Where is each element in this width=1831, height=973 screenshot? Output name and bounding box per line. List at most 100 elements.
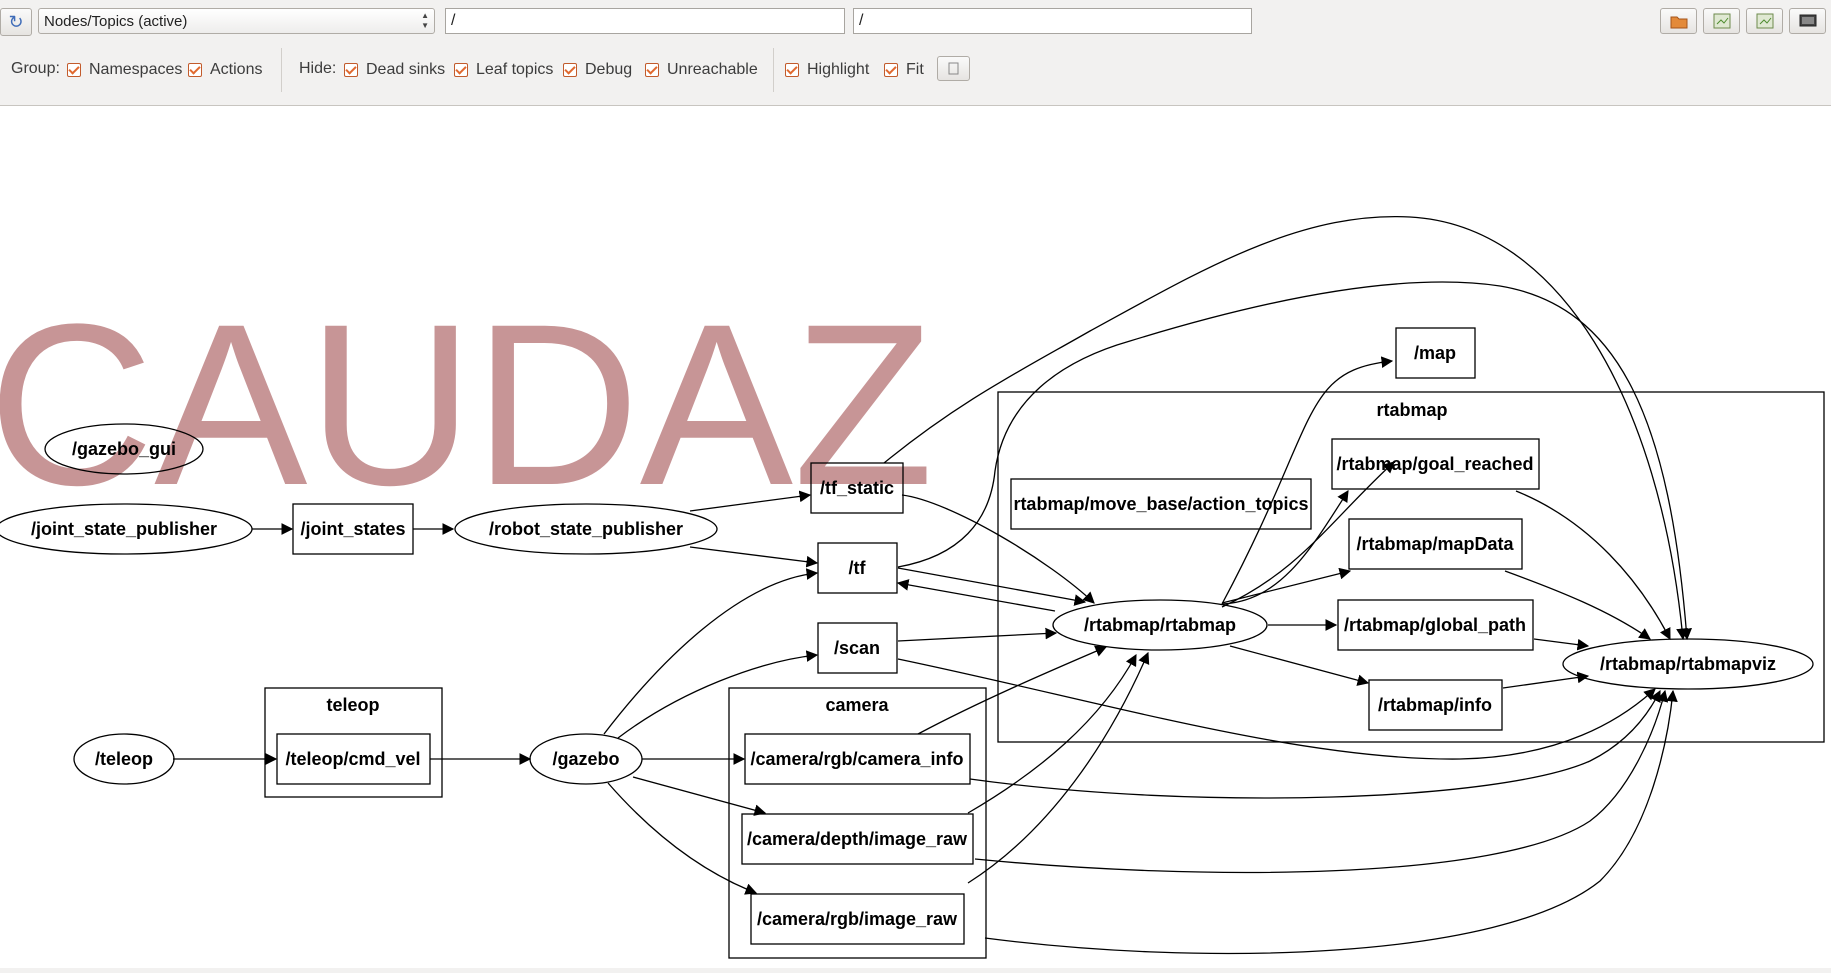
topic-label: /tf_static (820, 478, 894, 498)
save-image-icon (1756, 13, 1773, 29)
separator (773, 48, 774, 92)
leaf-topics-label: Leaf topics (476, 61, 554, 78)
namespace-filter-input[interactable]: / (445, 8, 845, 34)
load-dot-button[interactable] (1660, 8, 1697, 34)
edge (1515, 490, 1671, 641)
topic-filter-value: / (859, 12, 864, 29)
edge (1221, 356, 1394, 605)
topic-teleop-cmd-vel[interactable]: /teleop/cmd_vel (276, 733, 431, 785)
namespaces-checkbox[interactable]: Namespaces (67, 60, 182, 80)
edge (607, 782, 758, 895)
folder-icon (1670, 16, 1687, 29)
edge (603, 568, 819, 735)
dead-sinks-checkbox[interactable]: Dead sinks (344, 60, 445, 80)
fit-in-view-button[interactable] (937, 56, 970, 81)
ros-graph: CAUDAZ rtabmap teleop camera /gazebo_gui… (0, 215, 1825, 959)
namespaces-label: Namespaces (89, 61, 183, 78)
leaf-topics-checkbox[interactable]: Leaf topics (454, 60, 553, 80)
graph-canvas[interactable]: CAUDAZ rtabmap teleop camera /gazebo_gui… (0, 105, 1831, 968)
edge (1504, 570, 1651, 640)
topic-map[interactable]: /map (1395, 327, 1476, 379)
topic-label: /map (1414, 343, 1456, 363)
cluster-teleop-label: teleop (326, 695, 379, 715)
checkbox-checked-icon (884, 63, 898, 77)
main-toolbar: ↻ Nodes/Topics (active) ▲ ▼ / / (0, 0, 1831, 40)
topic-label: /joint_states (300, 519, 405, 539)
topic-label: /rtabmap/info (1378, 695, 1492, 715)
checkbox-checked-icon (645, 63, 659, 77)
topic-filter-input[interactable]: / (853, 8, 1252, 34)
topic-label: /camera/depth/image_raw (747, 829, 968, 849)
unreachable-label: Unreachable (667, 61, 758, 78)
hide-label: Hide: (299, 60, 337, 77)
checkbox-checked-icon (67, 63, 81, 77)
topic-label: /rtabmap/global_path (1344, 615, 1526, 635)
save-dot-button[interactable] (1703, 8, 1740, 34)
node-label: /gazebo_gui (72, 439, 176, 459)
save-svg-button[interactable] (1746, 8, 1783, 34)
separator (281, 48, 282, 92)
actions-label: Actions (210, 61, 263, 78)
topic-label: /camera/rgb/camera_info (750, 749, 963, 769)
highlight-checkbox[interactable]: Highlight (785, 60, 869, 80)
node-label: /rtabmap/rtabmapviz (1600, 654, 1776, 674)
edge (917, 645, 1108, 735)
topic-depth-image[interactable]: /camera/depth/image_raw (741, 813, 974, 865)
edge (967, 651, 1150, 884)
unreachable-checkbox[interactable]: Unreachable (645, 60, 758, 80)
checkbox-checked-icon (785, 63, 799, 77)
refresh-button[interactable]: ↻ (0, 8, 32, 36)
topic-label: rtabmap/move_base/action_topics (1013, 494, 1308, 514)
checkbox-checked-icon (454, 63, 468, 77)
topic-label: /rtabmap/mapData (1356, 534, 1514, 554)
topic-tf[interactable]: /tf (817, 542, 898, 594)
node-rtabmap[interactable]: /rtabmap/rtabmap (1052, 599, 1268, 651)
topic-global-path[interactable]: /rtabmap/global_path (1337, 599, 1534, 651)
topic-scan[interactable]: /scan (817, 622, 898, 674)
topic-goal-reached[interactable]: /rtabmap/goal_reached (1331, 438, 1540, 490)
edge (1229, 645, 1370, 686)
topic-label: /camera/rgb/image_raw (757, 909, 958, 929)
topic-info[interactable]: /rtabmap/info (1368, 679, 1503, 731)
save-image-icon (1713, 13, 1730, 29)
topic-label: /teleop/cmd_vel (285, 749, 420, 769)
node-label: /joint_state_publisher (31, 519, 217, 539)
debug-checkbox[interactable]: Debug (563, 60, 632, 80)
edge (689, 546, 819, 568)
topic-action-topics[interactable]: rtabmap/move_base/action_topics (1010, 478, 1312, 530)
node-label: /gazebo (552, 749, 619, 769)
node-gazebo[interactable]: /gazebo (529, 733, 643, 785)
graph-mode-select[interactable]: Nodes/Topics (active) ▲ ▼ (38, 8, 435, 34)
node-label: /rtabmap/rtabmap (1084, 615, 1236, 635)
edge (617, 650, 819, 739)
topic-label: /tf (849, 558, 867, 578)
screen-icon (1799, 14, 1816, 27)
fit-view-icon (948, 62, 959, 75)
topic-camera-info[interactable]: /camera/rgb/camera_info (744, 733, 971, 785)
node-label: /robot_state_publisher (489, 519, 683, 539)
cluster-rtabmap-label: rtabmap (1376, 400, 1447, 420)
edge (1533, 638, 1590, 651)
topic-mapdata[interactable]: /rtabmap/mapData (1348, 518, 1523, 570)
node-rtabmapviz[interactable]: /rtabmap/rtabmapviz (1562, 638, 1814, 690)
edge (897, 658, 1656, 760)
cluster-teleop: teleop (264, 687, 443, 798)
actions-checkbox[interactable]: Actions (188, 60, 262, 80)
checkbox-checked-icon (344, 63, 358, 77)
edge (984, 689, 1678, 955)
checkbox-checked-icon (188, 63, 202, 77)
checkbox-checked-icon (563, 63, 577, 77)
node-teleop[interactable]: /teleop (73, 733, 175, 785)
graph-mode-value: Nodes/Topics (active) (44, 13, 188, 30)
fit-label: Fit (906, 61, 924, 78)
edge (974, 689, 1669, 874)
cluster-camera-label: camera (825, 695, 889, 715)
watermark-text: CAUDAZ (0, 276, 934, 533)
topic-rgb-image[interactable]: /camera/rgb/image_raw (750, 893, 965, 945)
topic-label: /rtabmap/goal_reached (1336, 454, 1533, 474)
highlight-label: Highlight (807, 61, 870, 78)
save-image-button[interactable] (1789, 8, 1826, 34)
edge (1502, 671, 1590, 689)
node-label: /teleop (95, 749, 153, 769)
fit-checkbox[interactable]: Fit (884, 60, 924, 80)
